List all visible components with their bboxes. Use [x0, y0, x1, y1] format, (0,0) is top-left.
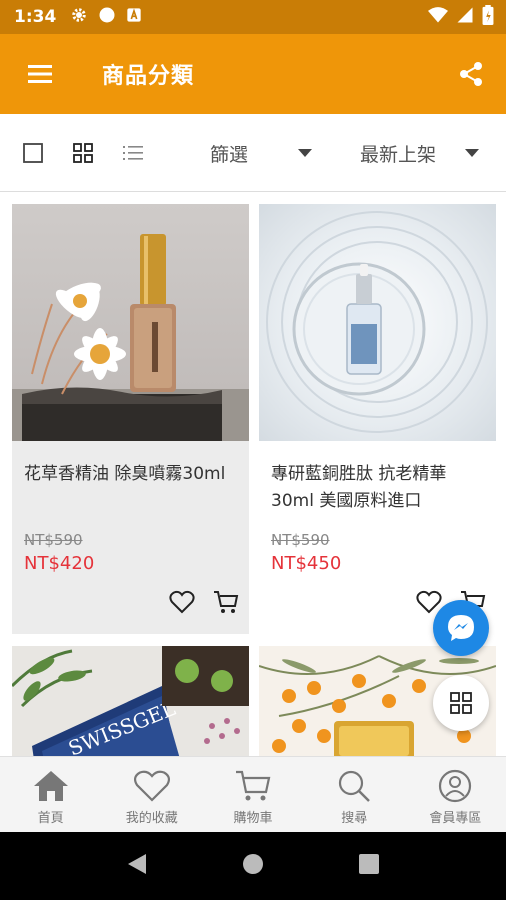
- nav-item-search[interactable]: 搜尋: [304, 757, 405, 832]
- wifi-icon: [428, 6, 448, 28]
- nav-item-member[interactable]: 會員專區: [405, 757, 506, 832]
- category-grid-button[interactable]: [433, 675, 489, 731]
- product-sale-price: NT$450: [271, 553, 342, 574]
- search-icon: [339, 770, 371, 802]
- nav-label: 購物車: [233, 811, 273, 826]
- recents-button[interactable]: [358, 853, 380, 879]
- favorite-button[interactable]: [169, 590, 195, 618]
- nav-item-home[interactable]: 首頁: [0, 757, 101, 832]
- circle-icon: [98, 6, 116, 28]
- product-card[interactable]: SWISSGEL: [12, 646, 249, 756]
- single-view-button[interactable]: [8, 114, 58, 192]
- product-image: [12, 204, 249, 441]
- status-bar: 1:34: [0, 0, 506, 34]
- home-button[interactable]: [241, 852, 265, 880]
- apps-grid-icon: [450, 692, 472, 714]
- nav-label: 搜尋: [341, 811, 368, 826]
- home-circle-icon: [242, 854, 263, 874]
- cart-icon: [236, 770, 271, 801]
- chevron-down-icon: [298, 149, 312, 157]
- product-name: 專研藍銅胜肽 抗老精華30ml 美國原料進口: [271, 464, 447, 511]
- sort-label: 最新上架: [360, 143, 437, 166]
- grid-view-button[interactable]: [58, 114, 108, 192]
- a-badge-icon: [126, 7, 142, 27]
- product-grid: 花草香精油 除臭噴霧30ml NT$590 NT$420 專研藍銅胜肽 抗老精華…: [0, 192, 506, 756]
- add-to-cart-button[interactable]: [213, 590, 239, 618]
- nav-label: 首頁: [37, 811, 64, 826]
- system-navigation-bar: [0, 832, 506, 900]
- nav-label: 會員專區: [429, 811, 482, 826]
- product-original-price: NT$590: [271, 531, 330, 549]
- product-card[interactable]: 花草香精油 除臭噴霧30ml NT$590 NT$420: [12, 204, 249, 634]
- heart-icon: [169, 590, 195, 614]
- filter-label: 篩選: [210, 143, 249, 166]
- sort-dropdown[interactable]: 最新上架: [360, 114, 485, 192]
- nav-item-favorites[interactable]: 我的收藏: [101, 757, 202, 832]
- product-image: [259, 204, 496, 441]
- product-sale-price: NT$420: [24, 553, 95, 574]
- back-button[interactable]: [126, 852, 148, 880]
- heart-icon: [133, 770, 170, 802]
- product-image: SWISSGEL: [12, 646, 249, 756]
- bottom-navigation: 首頁 我的收藏 購物車 搜尋 會員專區: [0, 756, 506, 832]
- messenger-icon: [448, 615, 474, 641]
- filter-dropdown[interactable]: 篩選: [210, 114, 320, 192]
- gear-icon: [70, 6, 88, 28]
- signal-icon: [456, 6, 474, 28]
- app-bar: 商品分類: [0, 34, 506, 114]
- home-icon: [33, 771, 68, 801]
- nav-item-cart[interactable]: 購物車: [202, 757, 303, 832]
- user-icon: [439, 769, 472, 803]
- cart-icon: [214, 591, 239, 613]
- back-triangle-icon: [128, 854, 147, 874]
- status-time: 1:34: [14, 7, 57, 27]
- product-card[interactable]: 專研藍銅胜肽 抗老精華30ml 美國原料進口 NT$590 NT$450: [259, 204, 496, 634]
- menu-button[interactable]: [0, 34, 80, 114]
- single-view-icon: [23, 142, 43, 163]
- product-original-price: NT$590: [24, 531, 83, 549]
- battery-icon: [482, 5, 494, 29]
- filter-toolbar: 篩選 最新上架: [0, 114, 506, 192]
- chevron-down-icon: [465, 149, 479, 157]
- messenger-button[interactable]: [433, 600, 489, 656]
- recents-square-icon: [358, 854, 379, 874]
- grid-view-icon: [73, 142, 93, 163]
- list-view-button[interactable]: [108, 114, 158, 192]
- page-title: 商品分類: [102, 64, 195, 89]
- list-view-icon: [123, 145, 143, 160]
- product-name: 花草香精油 除臭噴霧30ml: [24, 464, 226, 484]
- hamburger-icon: [28, 65, 52, 83]
- share-icon: [460, 62, 482, 86]
- share-button[interactable]: [436, 34, 506, 114]
- nav-label: 我的收藏: [125, 811, 178, 826]
